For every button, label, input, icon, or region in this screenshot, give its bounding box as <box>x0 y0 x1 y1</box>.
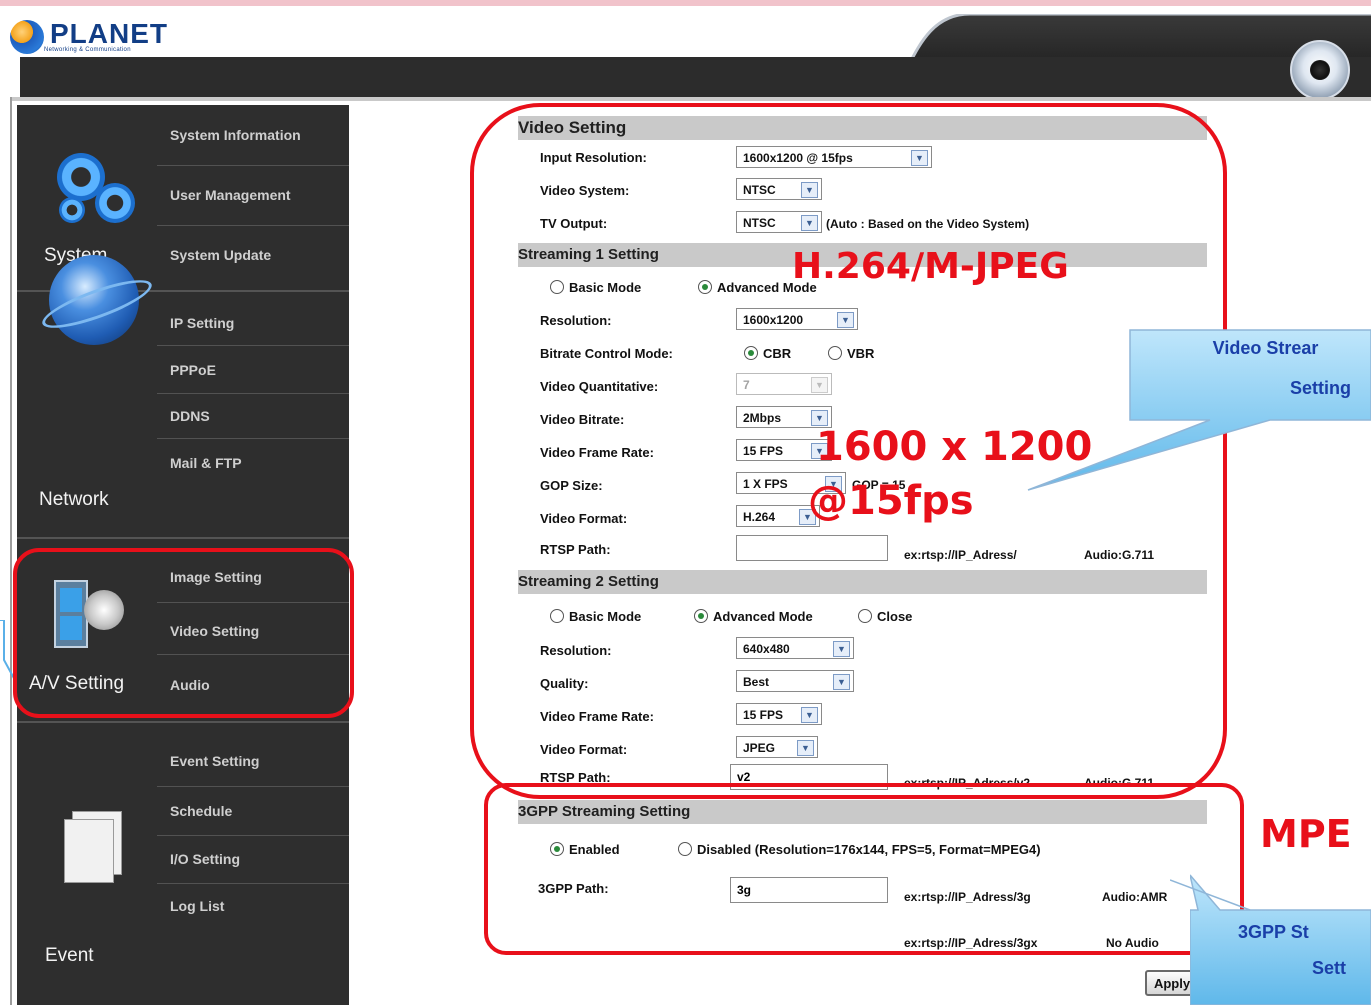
annotation-codec: H.264/M-JPEG <box>792 246 1069 287</box>
sidebar-divider <box>157 345 349 346</box>
sidebar-item-schedule[interactable]: Schedule <box>170 803 232 819</box>
callout-3gpp-line2: Sett <box>1312 958 1347 978</box>
sidebar-item-ddns[interactable]: DDNS <box>170 408 210 424</box>
header-bar <box>20 57 1371 97</box>
sidebar-divider <box>157 883 349 884</box>
gear-icon <box>59 197 85 223</box>
camera-icon <box>1290 40 1350 100</box>
av-film-speaker-icon <box>54 460 144 648</box>
sidebar-group-event[interactable]: Event <box>45 945 94 967</box>
sidebar-divider <box>157 393 349 394</box>
network-globe-icon <box>37 255 157 345</box>
sidebar-item-ip-setting[interactable]: IP Setting <box>170 315 234 331</box>
planet-logo: PLANET Networking & Communication <box>10 12 168 62</box>
planet-globe-icon <box>10 20 44 54</box>
highlight-av-setting <box>13 548 354 718</box>
callout-3gpp-pointer <box>1170 879 1251 911</box>
content-frame-top <box>12 97 1371 101</box>
sidebar-item-system-information[interactable]: System Information <box>170 127 301 143</box>
highlight-3gpp <box>484 783 1244 955</box>
top-title-strip <box>0 0 1371 6</box>
brand-name: PLANET <box>50 18 168 49</box>
sidebar-item-system-update[interactable]: System Update <box>170 247 271 263</box>
sidebar-item-mail-ftp[interactable]: Mail & FTP <box>170 455 242 471</box>
callout-video-stream-line1: Video Strear <box>1212 338 1319 358</box>
sidebar-item-user-management[interactable]: User Management <box>170 187 291 203</box>
sidebar-divider <box>157 438 349 439</box>
callout-video-stream-line2: Setting <box>1290 378 1351 398</box>
content-frame-left <box>10 97 12 1005</box>
sidebar-divider <box>157 165 349 166</box>
annotation-fps: @15fps <box>808 478 974 524</box>
sidebar-item-pppoe[interactable]: PPPoE <box>170 362 216 378</box>
annotation-mpeg: MPE <box>1260 812 1352 856</box>
callout-3gpp-line1: 3GPP St <box>1238 922 1309 942</box>
sidebar-divider <box>157 225 349 226</box>
sidebar-divider <box>157 786 349 787</box>
sidebar-divider <box>157 835 349 836</box>
gear-icon <box>95 183 135 223</box>
document-icon <box>60 715 122 883</box>
sidebar-item-io-setting[interactable]: I/O Setting <box>170 851 240 867</box>
sidebar-item-log-list[interactable]: Log List <box>170 898 224 914</box>
sidebar-item-event-setting[interactable]: Event Setting <box>170 753 259 769</box>
